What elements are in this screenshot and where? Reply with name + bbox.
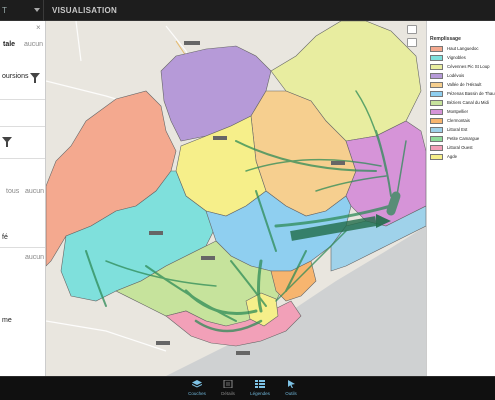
legend-label: Vallée de l'Hérault [447, 82, 482, 87]
cursor-icon [288, 380, 295, 388]
zoom-out-button[interactable] [407, 38, 417, 47]
legend-swatch [430, 82, 443, 88]
filter-icon-2[interactable] [2, 137, 12, 147]
tab-visualisation[interactable]: VISUALISATION [52, 0, 117, 21]
select-none-link[interactable]: aucun [24, 41, 43, 48]
legend-label: Littoral Ouest [447, 145, 473, 150]
legend-label: Littoral Est [447, 127, 468, 132]
legend-label: Vignobles [447, 55, 466, 60]
select-none-link-3[interactable]: aucun [25, 254, 44, 261]
details-icon [223, 380, 233, 388]
legendes-button[interactable]: Légendes [245, 377, 275, 400]
legend-swatch [430, 136, 443, 142]
couches-label: Couches [188, 391, 206, 396]
legend-swatch [430, 109, 443, 115]
legend-label: Agde [447, 154, 458, 159]
panel-heading: tale [3, 41, 16, 48]
legend-swatch [430, 73, 443, 79]
select-none-link-2[interactable]: aucun [25, 188, 44, 195]
legend-title: Remplissage [430, 36, 461, 42]
legend-label: Montpellier [447, 109, 469, 114]
left-menu-tab[interactable]: T [0, 0, 44, 21]
map-canvas[interactable] [46, 21, 426, 376]
divider [0, 126, 45, 127]
top-bar: T VISUALISATION [0, 0, 495, 21]
close-icon[interactable]: × [36, 23, 41, 32]
legendes-label: Légendes [250, 391, 270, 396]
divider [0, 247, 45, 248]
divider [0, 158, 45, 159]
legend-swatch [430, 100, 443, 106]
app-window: T VISUALISATION × tale aucun oursions to… [0, 0, 495, 400]
divider [0, 99, 45, 100]
legend-swatch [430, 154, 443, 160]
legend-swatch [430, 145, 443, 151]
outils-label: Outils [285, 391, 297, 396]
legend-label: Béziers Canal du Midi [447, 100, 489, 105]
legend-swatch [430, 91, 443, 97]
filter-icon[interactable] [30, 73, 40, 83]
legend-icon [255, 380, 265, 388]
legend-label: Haut Languedoc [447, 46, 479, 51]
filter-panel: × tale aucun oursions tous aucun fé aucu… [0, 21, 46, 376]
legend-swatch [430, 46, 443, 52]
legend-label: Clermontais [447, 118, 470, 123]
chevron-down-icon [34, 8, 40, 12]
layers-icon [192, 380, 202, 388]
outils-button[interactable]: Outils [276, 377, 306, 400]
legend-label: Cévennes Pic St Loup [447, 64, 490, 69]
legend-swatch [430, 55, 443, 61]
details-label: Détails [221, 391, 235, 396]
filter-label: oursions [2, 73, 29, 80]
bottom-toolbar: Couches Détails Légendes Outils [0, 376, 495, 400]
couches-button[interactable]: Couches [182, 377, 212, 400]
legend-label: Petite Camargue [447, 136, 480, 141]
legend-label: Lodévois [447, 73, 465, 78]
option-label-2: me [2, 317, 12, 324]
legend-label: Pézenas Bassin de Thau [447, 91, 495, 96]
select-all-link[interactable]: tous [6, 188, 19, 195]
option-label: fé [2, 234, 8, 241]
legend-panel: Remplissage Haut Languedoc Vignobles Cév… [426, 21, 495, 376]
details-button[interactable]: Détails [213, 377, 243, 400]
left-menu-label: T [2, 6, 7, 15]
map-view[interactable] [46, 21, 426, 376]
legend-swatch [430, 127, 443, 133]
legend-swatch [430, 64, 443, 70]
legend-swatch [430, 118, 443, 124]
zoom-in-button[interactable] [407, 25, 417, 34]
